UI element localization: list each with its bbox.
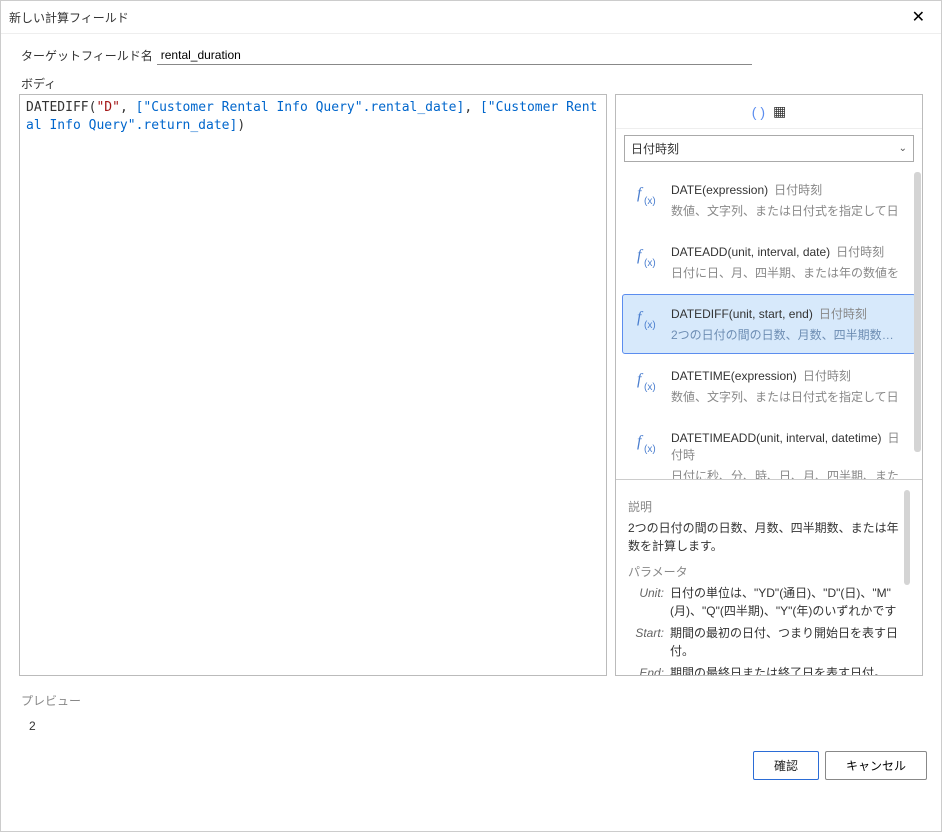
svg-text:f: f xyxy=(637,247,644,264)
function-signature: DATETIMEADD(unit, interval, datetime) xyxy=(671,431,882,445)
dialog-window: 新しい計算フィールド ✕ ターゲットフィールド名 ボディ DATEDIFF("D… xyxy=(0,0,942,832)
chevron-down-icon: ⌄ xyxy=(899,143,907,154)
target-field-input[interactable] xyxy=(157,46,752,65)
param-row: Start:期間の最初の日付、つまり開始日を表す日付。 xyxy=(628,624,910,660)
panel-toolbar: ( ) ▦ xyxy=(616,95,922,129)
param-desc: 期間の最終日または終了日を表す日付。 xyxy=(670,664,910,675)
function-category: 日付時刻 xyxy=(774,183,822,197)
preview-section: プレビュー 2 xyxy=(1,684,941,741)
functions-tab-icon[interactable]: ( ) xyxy=(752,104,765,120)
titlebar: 新しい計算フィールド ✕ xyxy=(1,1,941,34)
param-row: End: 期間の最終日または終了日を表す日付。 xyxy=(628,664,910,675)
category-select[interactable]: 日付時刻 ⌄ xyxy=(624,135,914,162)
target-field-label: ターゲットフィールド名 xyxy=(21,47,153,64)
function-signature: DATE(expression) xyxy=(671,183,768,197)
main-area: DATEDIFF("D", ["Customer Rental Info Que… xyxy=(1,94,941,684)
ok-button[interactable]: 確認 xyxy=(753,751,819,780)
detail-desc-text: 2つの日付の間の日数、月数、四半期数、または年数を計算します。 xyxy=(628,519,910,555)
expr-token: , xyxy=(464,100,480,115)
function-item[interactable]: f(x) DATEADD(unit, interval, date) 日付時刻日付に… xyxy=(622,232,916,292)
function-signature: DATEADD(unit, interval, date) xyxy=(671,245,830,259)
function-description: 数値、文字列、または日付式を指定して日 xyxy=(671,388,903,405)
function-category: 日付時刻 xyxy=(819,307,867,321)
expr-token: DATEDIFF( xyxy=(26,100,96,115)
param-name: End: xyxy=(628,664,664,675)
function-text: DATE(expression) 日付時刻数値、文字列、または日付式を指定して日 xyxy=(671,181,903,219)
function-panel: ( ) ▦ 日付時刻 ⌄ f(x)DATE(expression)日付時刻数値、… xyxy=(615,94,923,676)
function-signature: DATETIME(expression) xyxy=(671,369,797,383)
fx-icon: f(x) xyxy=(633,429,661,457)
function-description: 2つの日付の間の日数、月数、四半期数、ま xyxy=(671,326,903,343)
scrollbar[interactable] xyxy=(904,490,910,585)
expr-token: ) xyxy=(237,118,245,133)
target-field-row: ターゲットフィールド名 xyxy=(1,34,941,71)
svg-text:f: f xyxy=(637,433,644,450)
svg-text:f: f xyxy=(637,309,644,326)
param-name: Start: xyxy=(628,624,664,660)
dialog-buttons: 確認 キャンセル xyxy=(1,741,941,792)
preview-label: プレビュー xyxy=(21,692,921,709)
function-item[interactable]: f(x) DATE(expression) 日付時刻数値、文字列、または日付式を指定… xyxy=(622,170,916,230)
fx-icon: f(x) xyxy=(633,305,661,333)
param-row: Unit:日付の単位は、"YD"(通日)、"D"(日)、"M"(月)、"Q"(四… xyxy=(628,584,900,620)
preview-value: 2 xyxy=(21,715,921,737)
function-signature: DATEDIFF(unit, start, end) xyxy=(671,307,813,321)
function-category: 日付時刻 xyxy=(803,369,851,383)
scrollbar[interactable] xyxy=(914,172,921,452)
detail-params-heading: パラメータ xyxy=(628,563,910,580)
svg-text:(x): (x) xyxy=(644,444,656,455)
function-item[interactable]: f(x) DATEDIFF(unit, start, end) 日付時刻 2つの日付の… xyxy=(622,294,916,354)
param-desc: 日付の単位は、"YD"(通日)、"D"(日)、"M"(月)、"Q"(四半期)、"… xyxy=(670,584,900,620)
fx-icon: f(x) xyxy=(633,367,661,395)
function-item[interactable]: f(x) DATETIME(expression) 日付時刻数値、文字列、または日付… xyxy=(622,356,916,416)
function-category: 日付時刻 xyxy=(836,245,884,259)
close-icon: ✕ xyxy=(912,9,925,26)
function-text: DATEDIFF(unit, start, end) 日付時刻 2つの日付の間の日数… xyxy=(671,305,903,343)
param-name: Unit: xyxy=(628,584,664,620)
detail-desc-heading: 説明 xyxy=(628,498,910,515)
svg-text:(x): (x) xyxy=(644,320,656,331)
expression-editor[interactable]: DATEDIFF("D", ["Customer Rental Info Que… xyxy=(19,94,607,676)
expr-token: ["Customer Rental Info Query".rental_dat… xyxy=(136,100,465,115)
function-item[interactable]: f(x) DATETIMEADD(unit, interval, datetime… xyxy=(622,418,916,479)
function-list[interactable]: f(x)DATE(expression)日付時刻数値、文字列、または日付式を指定… xyxy=(616,168,922,479)
svg-text:f: f xyxy=(637,371,644,388)
svg-text:(x): (x) xyxy=(644,196,656,207)
expr-token: , xyxy=(120,100,136,115)
cancel-button[interactable]: キャンセル xyxy=(825,751,927,780)
expr-token: "D" xyxy=(96,100,119,115)
fx-icon: f(x) xyxy=(633,181,661,209)
body-label: ボディ xyxy=(1,71,941,94)
param-desc: 期間の最初の日付、つまり開始日を表す日付。 xyxy=(670,624,910,660)
fields-tab-icon[interactable]: ▦ xyxy=(773,103,786,120)
dialog-title: 新しい計算フィールド xyxy=(9,9,129,26)
function-description: 日付に日、月、四半期、または年の数値を xyxy=(671,264,903,281)
function-detail-panel: 説明 2つの日付の間の日数、月数、四半期数、または年数を計算します。 パラメータ… xyxy=(616,479,922,675)
close-button[interactable]: ✕ xyxy=(906,7,931,27)
function-text: DATETIMEADD(unit, interval, datetime)日付時… xyxy=(671,429,903,479)
function-description: 数値、文字列、または日付式を指定して日 xyxy=(671,202,903,219)
fx-icon: f(x) xyxy=(633,243,661,271)
function-description: 日付に秒、分、時、日、月、四半期、また xyxy=(671,467,903,479)
function-text: DATETIME(expression) 日付時刻数値、文字列、または日付式を指定… xyxy=(671,367,903,405)
category-selected-label: 日付時刻 xyxy=(631,140,679,157)
function-text: DATEADD(unit, interval, date) 日付時刻日付に日、月、… xyxy=(671,243,903,281)
svg-text:(x): (x) xyxy=(644,382,656,393)
svg-text:f: f xyxy=(637,185,644,202)
svg-text:(x): (x) xyxy=(644,258,656,269)
